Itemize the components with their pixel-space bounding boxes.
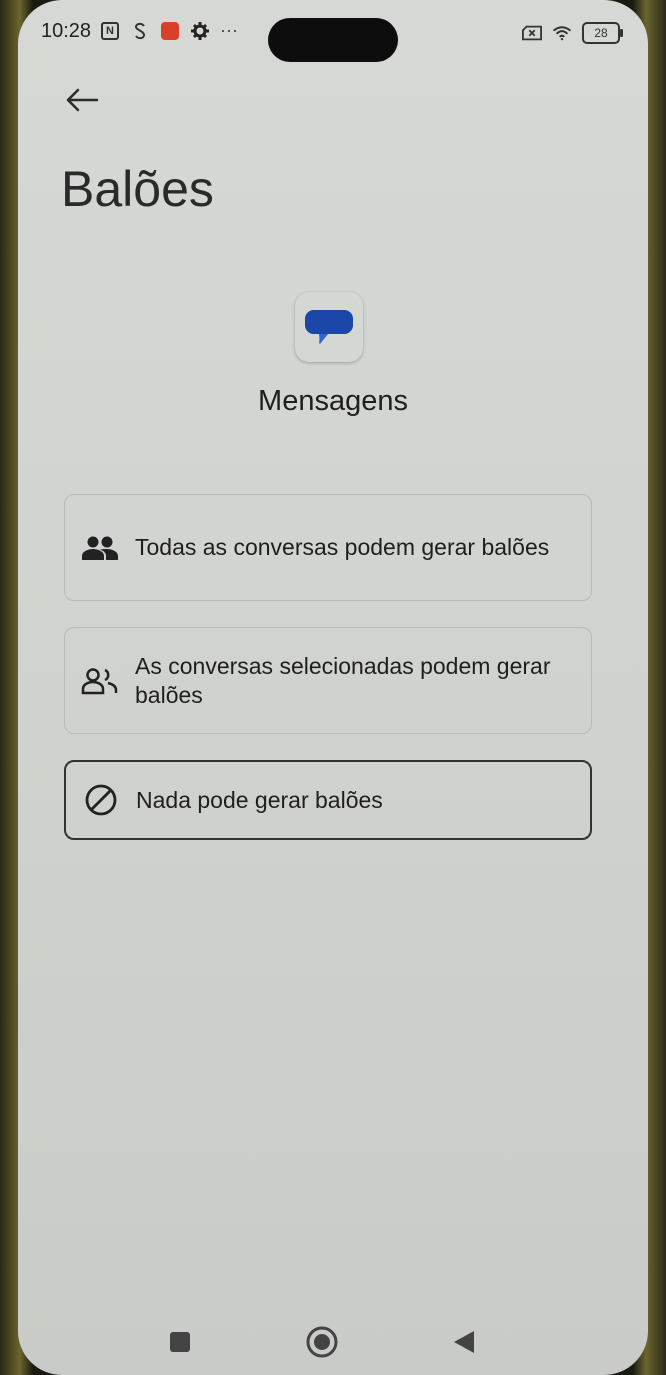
wifi-icon	[552, 23, 572, 43]
option-label: As conversas selecionadas podem gerar ba…	[135, 652, 551, 708]
messages-app-icon	[295, 292, 363, 362]
battery-icon: 28	[582, 22, 623, 44]
status-icons-left: N ···	[100, 20, 238, 41]
status-icons-right: 28	[522, 22, 623, 44]
people-filled-icon	[65, 534, 135, 562]
screen: 10:28 N ··· 28 Balões Mensagens Todas as…	[18, 0, 648, 1375]
navigation-bar	[18, 1312, 648, 1372]
settings-gear-icon	[190, 21, 210, 41]
status-time: 10:28	[41, 20, 92, 42]
back-triangle-icon[interactable]	[444, 1324, 484, 1360]
no-sim-icon	[522, 23, 542, 43]
option-label: Nada pode gerar balões	[136, 786, 383, 813]
camera-notch	[268, 18, 398, 62]
page-title: Balões	[61, 161, 214, 217]
option-all-conversations[interactable]: Todas as conversas podem gerar balões	[64, 494, 592, 601]
block-icon	[66, 783, 136, 817]
sync-icon	[130, 21, 150, 41]
mail-app-icon	[160, 21, 180, 41]
arrow-left-icon	[66, 88, 99, 112]
app-name: Mensagens	[258, 385, 408, 417]
nfc-icon: N	[100, 21, 120, 41]
recents-square-icon[interactable]	[160, 1324, 200, 1360]
status-bar: 10:28 N ··· 28	[18, 10, 648, 62]
option-label: Todas as conversas podem gerar balões	[135, 534, 550, 560]
people-outline-icon	[65, 666, 135, 696]
option-nothing[interactable]: Nada pode gerar balões	[64, 760, 592, 840]
more-indicator: ···	[220, 20, 238, 40]
option-selected-conversations[interactable]: As conversas selecionadas podem gerar ba…	[64, 627, 592, 734]
home-circle-icon[interactable]	[302, 1324, 342, 1360]
back-button[interactable]	[58, 78, 106, 122]
